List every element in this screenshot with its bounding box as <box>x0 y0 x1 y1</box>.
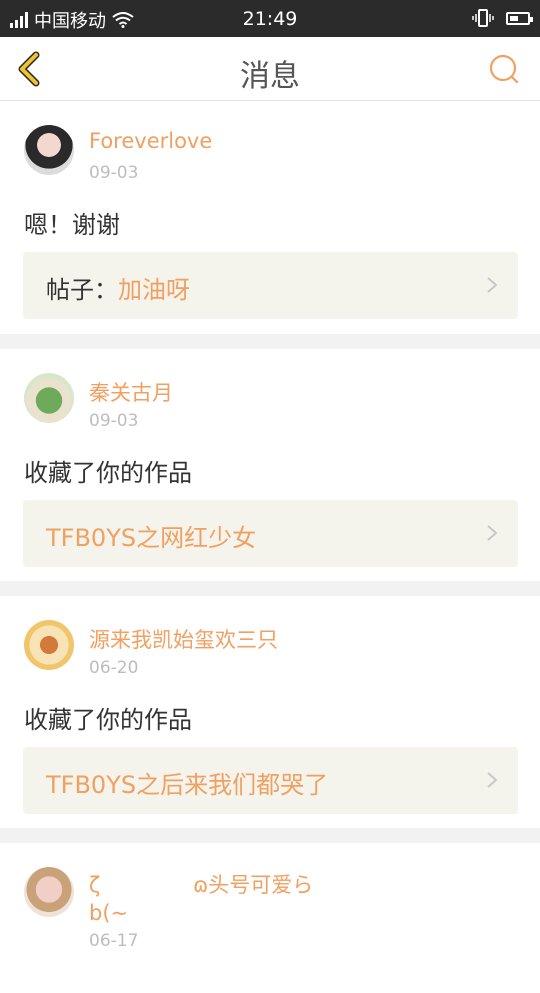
status-right <box>472 8 533 28</box>
message-item[interactable]: 秦关古月 09-03 收藏了你的作品 TFB0YS之网红少女 <box>0 349 540 581</box>
message-date: 06-20 <box>89 658 139 678</box>
username[interactable]: Foreverlove <box>89 129 212 153</box>
message-list: Foreverlove 09-03 嗯！谢谢 帖子：加油呀 秦关古月 09-03… <box>0 101 540 993</box>
username[interactable]: ζ ɷ头号可爱ら b(~ <box>89 871 329 927</box>
username[interactable]: 源来我凯始玺欢三只 <box>89 624 278 654</box>
avatar[interactable] <box>24 125 74 175</box>
message-date: 09-03 <box>89 163 139 183</box>
post-reference-title: 加油呀 <box>118 276 190 304</box>
page-title: 消息 <box>240 59 300 94</box>
chevron-right-icon <box>487 525 498 541</box>
username-part-3: b(~ <box>89 901 129 925</box>
nav-bar: 消息 <box>0 37 540 101</box>
message-text: 收藏了你的作品 <box>24 459 192 487</box>
message-date: 06-17 <box>89 931 139 951</box>
battery-icon <box>506 11 533 25</box>
message-date: 09-03 <box>89 411 139 431</box>
search-icon[interactable] <box>484 49 524 89</box>
post-reference[interactable]: 帖子：加油呀 <box>23 252 518 319</box>
avatar[interactable] <box>24 620 74 670</box>
message-item[interactable]: ζ ɷ头号可爱ら b(~ 06-17 <box>0 843 540 993</box>
avatar[interactable] <box>24 867 74 917</box>
post-reference-text: 帖子：加油呀 <box>46 270 190 305</box>
message-text: 收藏了你的作品 <box>24 706 192 734</box>
username[interactable]: 秦关古月 <box>89 377 173 407</box>
message-item[interactable]: 源来我凯始玺欢三只 06-20 收藏了你的作品 TFB0YS之后来我们都哭了 <box>0 596 540 828</box>
username-part-2: ɷ头号可爱ら <box>193 873 314 897</box>
vibrate-icon <box>472 9 494 27</box>
work-reference[interactable]: TFB0YS之网红少女 <box>23 500 518 567</box>
status-bar: 中国移动 21:49 <box>0 0 540 37</box>
clock: 21:49 <box>242 8 298 30</box>
work-reference[interactable]: TFB0YS之后来我们都哭了 <box>23 747 518 814</box>
message-text: 嗯！谢谢 <box>24 211 120 239</box>
username-part-1: ζ <box>89 873 101 897</box>
message-item[interactable]: Foreverlove 09-03 嗯！谢谢 帖子：加油呀 <box>0 101 540 334</box>
chevron-right-icon <box>487 772 498 788</box>
work-reference-title: TFB0YS之后来我们都哭了 <box>46 771 329 799</box>
work-reference-title: TFB0YS之网红少女 <box>46 524 257 552</box>
chevron-right-icon <box>487 277 498 293</box>
avatar[interactable] <box>24 373 74 423</box>
post-reference-prefix: 帖子： <box>46 276 118 304</box>
